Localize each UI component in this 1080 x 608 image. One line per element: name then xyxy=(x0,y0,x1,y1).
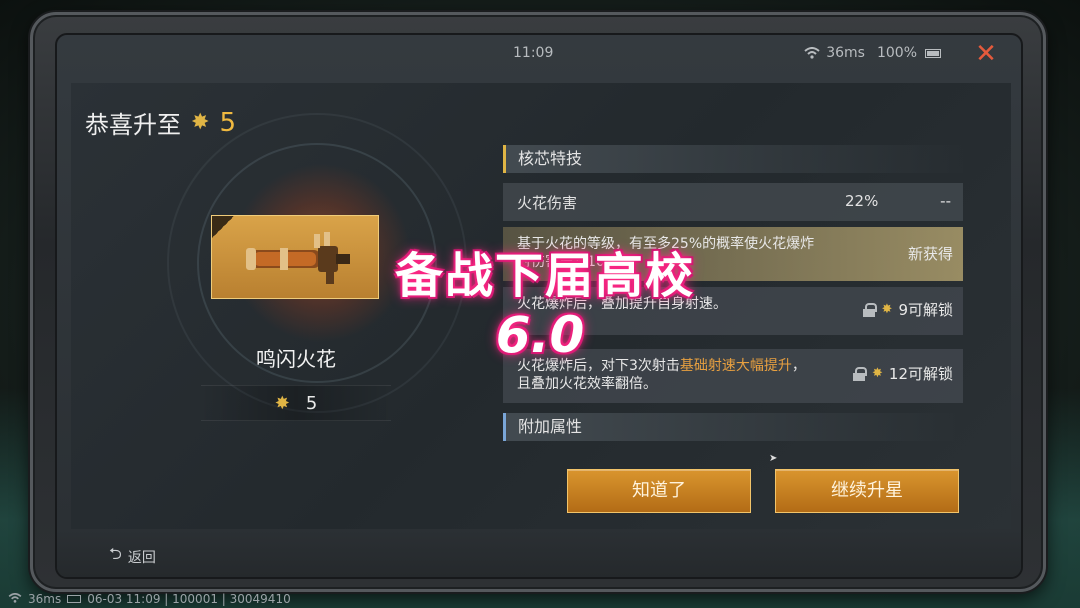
congrats-header: 恭喜升至 ✸ 5 xyxy=(85,105,236,140)
battery-icon xyxy=(67,595,82,603)
minigun-icon xyxy=(246,232,350,284)
weapon-star-count: 5 xyxy=(305,392,318,414)
ping-label: 36ms xyxy=(826,45,865,61)
back-arrow-icon: ⮌ xyxy=(109,544,122,563)
lock-icon xyxy=(852,367,867,381)
unlock-requirement: ✸ 9可解锁 xyxy=(862,301,953,319)
footer-status: 36ms 06-03 11:09 | 100001 | 30049410 xyxy=(8,592,291,606)
close-icon: ✕ xyxy=(975,39,997,69)
back-button[interactable]: ⮌ 返回 xyxy=(109,543,156,570)
skill-percent: 22% xyxy=(845,192,879,210)
skill-desc-highlight: 基础射速大幅提升 xyxy=(679,358,792,374)
star-icon: ✸ xyxy=(881,302,893,317)
lock-icon xyxy=(862,303,877,317)
section-core-skill: 核芯特技 xyxy=(503,145,963,173)
status-clock: 11:09 xyxy=(513,45,554,61)
weapon-name: 鸣闪火花 xyxy=(256,347,336,371)
ok-button[interactable]: 知道了 xyxy=(567,469,751,513)
battery-label: 100% xyxy=(876,45,917,61)
skill-name: 火花伤害 xyxy=(517,194,578,212)
battery-icon xyxy=(925,48,941,58)
footer-ping: 36ms xyxy=(28,592,62,606)
section-extra-attributes: 附加属性 xyxy=(503,413,963,441)
close-button[interactable]: ✕ xyxy=(973,41,999,67)
skill-next-value: -- xyxy=(940,192,951,210)
status-bar: 11:09 36ms 100% ✕ xyxy=(57,35,1021,73)
cursor-icon: ➤ xyxy=(769,453,778,464)
continue-upgrade-button[interactable]: 继续升星 xyxy=(775,469,959,513)
footer-info: 06-03 11:09 | 100001 | 30049410 xyxy=(87,592,291,606)
bottom-bar: ⮌ 返回 xyxy=(57,529,1021,577)
unlock-requirement: ✸ 12可解锁 xyxy=(852,365,953,383)
overlay-version: 6.0 xyxy=(495,306,585,364)
wifi-icon xyxy=(804,47,820,59)
star-icon: ✸ xyxy=(191,110,210,135)
wifi-icon xyxy=(8,592,22,606)
star-icon: ✸ xyxy=(274,392,290,414)
overlay-title: 备战下届高校 xyxy=(394,248,695,304)
congrats-label: 恭喜升至 xyxy=(85,111,181,139)
rarity-corner xyxy=(212,216,234,238)
new-acquired-badge: 新获得 xyxy=(907,245,953,263)
unlock-label: 9可解锁 xyxy=(898,301,953,319)
weapon-star-level: ✸ 5 xyxy=(201,385,391,421)
congrats-level: 5 xyxy=(219,107,236,138)
network-status: 36ms 100% xyxy=(804,45,941,61)
unlock-label: 12可解锁 xyxy=(888,365,953,383)
skill-row: 火花伤害 22% -- xyxy=(503,183,963,221)
back-label: 返回 xyxy=(127,549,156,566)
star-icon: ✸ xyxy=(872,366,883,381)
